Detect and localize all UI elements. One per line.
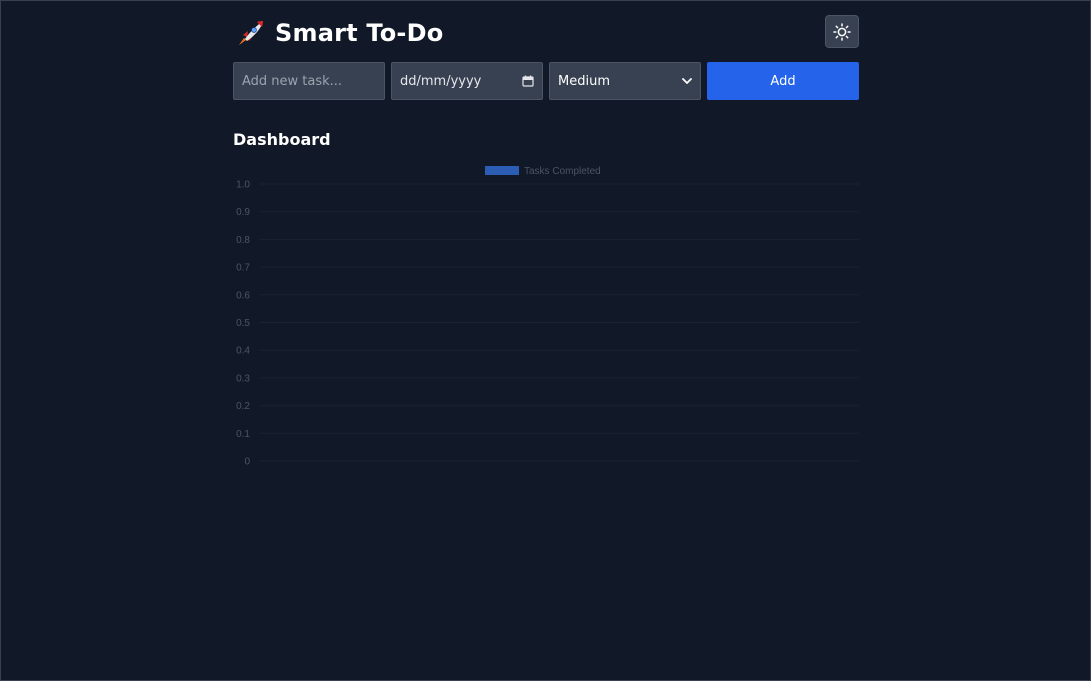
task-form: dd/mm/yyyy Medium Add xyxy=(233,62,859,100)
header: Smart To-Do xyxy=(233,15,859,49)
y-tick-label: 0.4 xyxy=(236,346,250,357)
app-window: Smart To-Do Add new task... dd/mm/yyyy M… xyxy=(0,0,1091,681)
y-tick-label: 0.6 xyxy=(236,290,250,301)
y-tick-label: 0.5 xyxy=(236,318,250,329)
y-tick-label: 0.7 xyxy=(236,263,250,274)
due-date-input[interactable]: dd/mm/yyyy xyxy=(391,62,543,100)
y-tick-label: 1.0 xyxy=(236,180,250,191)
legend-label: Tasks Completed xyxy=(524,166,601,177)
legend-swatch xyxy=(485,166,519,175)
priority-selected-value: Medium xyxy=(558,73,610,89)
rocket-icon xyxy=(239,21,263,45)
y-tick-label: 0.1 xyxy=(236,429,250,440)
dashboard-title: Dashboard xyxy=(233,130,331,149)
y-tick-label: 0 xyxy=(244,457,250,468)
tasks-chart: Tasks Completed 1.0 0.9 0.8 0.7 0.6 0.5 0.4 0.3 0… xyxy=(233,159,859,469)
y-tick-label: 0.9 xyxy=(236,207,250,218)
y-tick-label: 0.8 xyxy=(236,235,250,246)
app-title: Smart To-Do xyxy=(275,19,444,47)
add-task-button[interactable]: Add xyxy=(707,62,859,100)
task-input[interactable] xyxy=(242,73,376,89)
date-placeholder: dd/mm/yyyy xyxy=(400,73,482,89)
task-input-wrapper xyxy=(233,62,385,100)
y-tick-label: 0.2 xyxy=(236,401,250,412)
calendar-icon[interactable] xyxy=(522,75,534,87)
sun-icon xyxy=(833,22,851,41)
chevron-down-icon xyxy=(682,78,692,84)
theme-toggle-button[interactable] xyxy=(825,15,859,48)
priority-select[interactable]: Medium xyxy=(549,62,701,100)
y-tick-label: 0.3 xyxy=(236,373,250,384)
chart-svg: Tasks Completed 1.0 0.9 0.8 0.7 0.6 0.5 0.4 0.3 0… xyxy=(236,166,859,468)
